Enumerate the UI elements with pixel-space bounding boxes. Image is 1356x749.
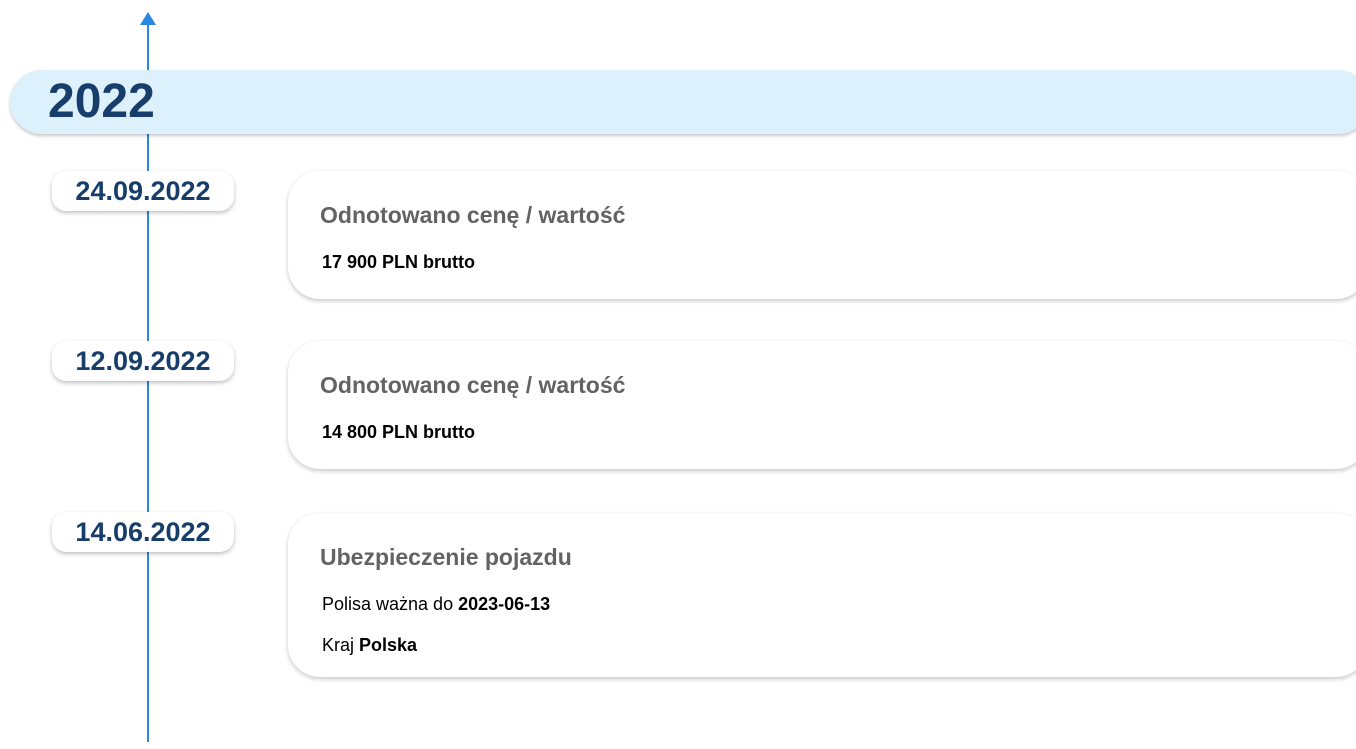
year-header: 2022 xyxy=(10,70,1356,134)
timeline-page: 2022 24.09.2022 Odnotowano cenę / wartoś… xyxy=(0,0,1356,749)
event-date-badge: 14.06.2022 xyxy=(52,512,234,552)
event-price-value: 14 800 PLN brutto xyxy=(322,422,476,442)
event-price-value: 17 900 PLN brutto xyxy=(322,252,476,272)
country-value: Polska xyxy=(359,635,418,655)
event-card: Ubezpieczenie pojazdu Polisa ważna do 20… xyxy=(288,513,1356,677)
country-row: Kraj Polska xyxy=(322,634,417,656)
event-date-badge: 24.09.2022 xyxy=(52,171,234,211)
event-card: Odnotowano cenę / wartość 17 900 PLN bru… xyxy=(288,171,1356,299)
event-card: Odnotowano cenę / wartość 14 800 PLN bru… xyxy=(288,341,1356,469)
policy-date-value: 2023-06-13 xyxy=(458,594,551,614)
event-title: Odnotowano cenę / wartość xyxy=(320,202,626,228)
policy-label: Polisa ważna do xyxy=(322,594,459,614)
event-title: Ubezpieczenie pojazdu xyxy=(320,544,572,570)
event-date-badge: 12.09.2022 xyxy=(52,341,234,381)
policy-row: Polisa ważna do 2023-06-13 xyxy=(322,593,550,615)
country-label: Kraj xyxy=(322,635,360,655)
event-title: Odnotowano cenę / wartość xyxy=(320,372,626,398)
year-label: 2022 xyxy=(48,75,155,128)
arrow-up-icon xyxy=(140,12,156,25)
